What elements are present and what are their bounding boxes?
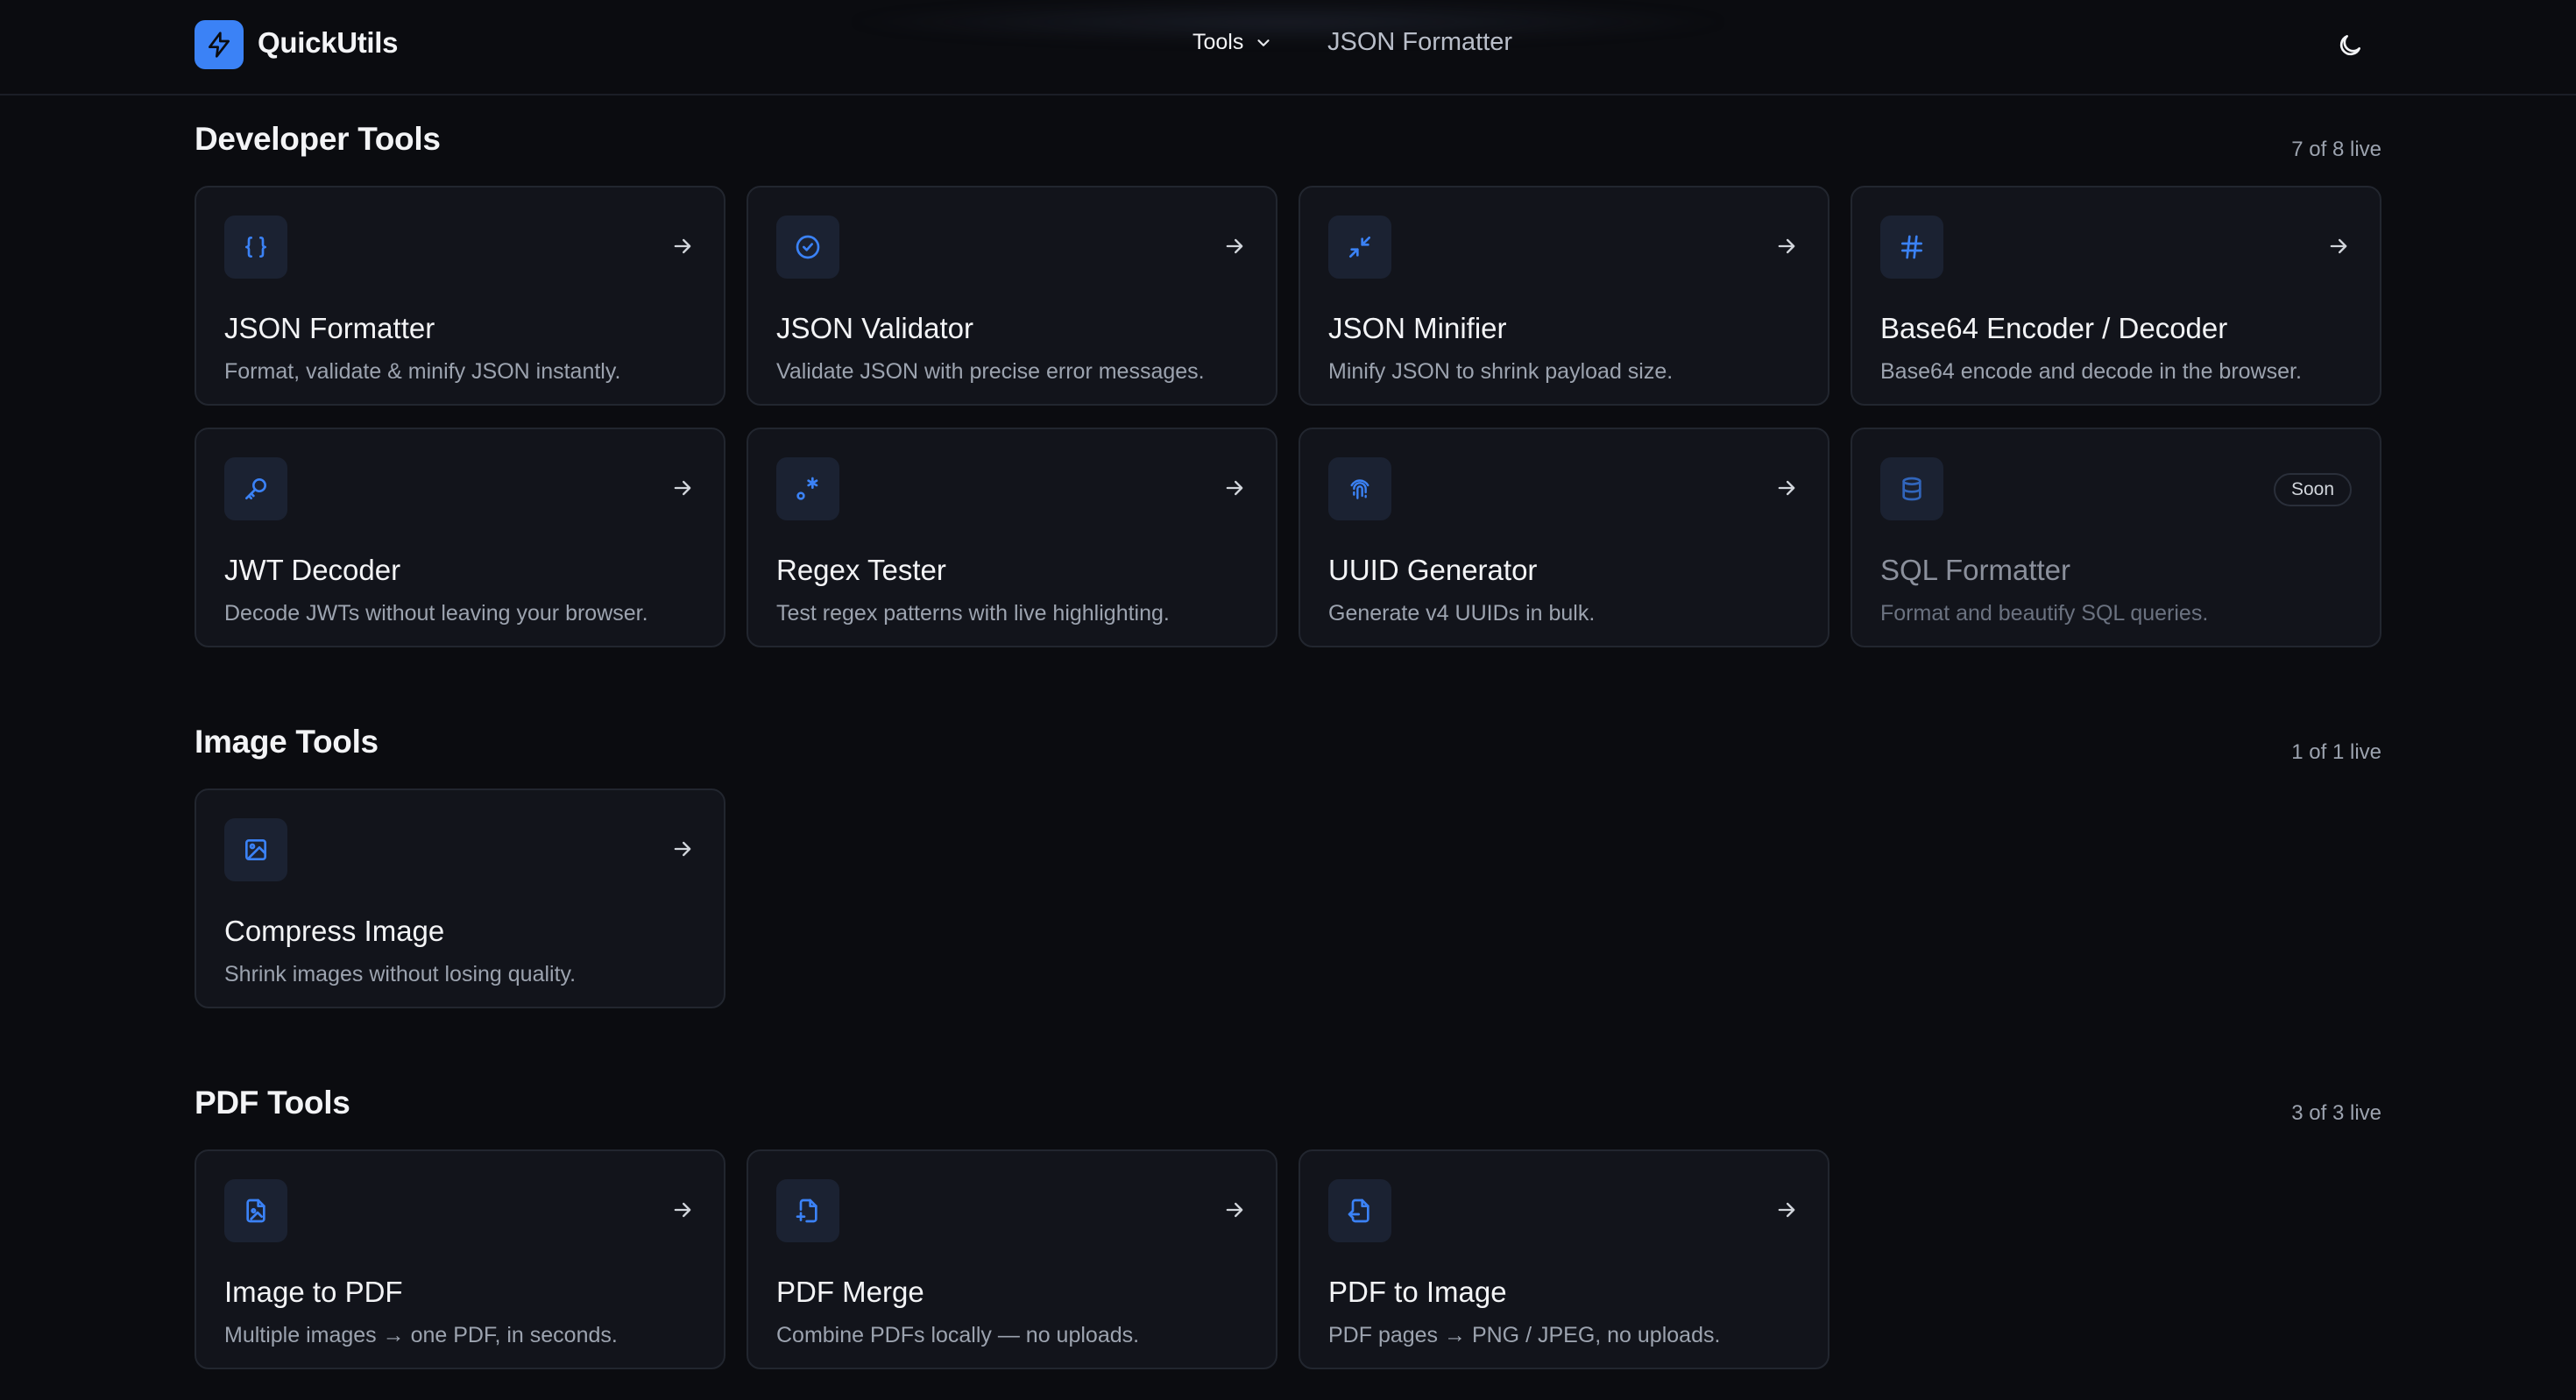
card-icon-box <box>776 457 839 520</box>
theme-toggle-button[interactable] <box>2331 26 2369 65</box>
card-icon-box <box>1880 457 1943 520</box>
arrow-right-icon <box>669 233 696 259</box>
card-description: Shrink images without losing quality. <box>224 962 577 986</box>
card-description: Format and beautify SQL queries. <box>1880 601 2209 626</box>
tool-card-json-validator[interactable]: JSON Validator Validate JSON with precis… <box>747 186 1277 406</box>
tool-card-pdf-merge[interactable]: PDF Merge Combine PDFs locally — no uplo… <box>747 1149 1277 1369</box>
tool-card-uuid-generator[interactable]: UUID Generator Generate v4 UUIDs in bulk… <box>1299 428 1829 647</box>
tools-label: Tools <box>1192 30 1244 54</box>
key-icon <box>245 478 266 499</box>
image-icon <box>245 839 266 860</box>
check-circle-icon <box>796 235 820 259</box>
card-icon-box <box>776 216 839 279</box>
card-title: Compress Image <box>224 915 445 947</box>
logo[interactable] <box>195 20 244 69</box>
top-header: QuickUtils Tools JSON Formatter <box>0 0 2576 95</box>
header-glow <box>841 0 1735 44</box>
moon-icon <box>2339 35 2360 56</box>
database-icon <box>1902 477 1921 501</box>
card-icon-box <box>224 818 287 881</box>
nav-link-json-formatter[interactable]: JSON Formatter <box>1327 28 1512 57</box>
card-description: PDF pages → PNG / JPEG, no uploads. <box>1328 1323 1721 1347</box>
arrow-right-icon <box>669 1197 696 1223</box>
tool-card-json-minifier[interactable]: JSON Minifier Minify JSON to shrink payl… <box>1299 186 1829 406</box>
card-description: Test regex patterns with live highlighti… <box>776 601 1170 626</box>
card-title: UUID Generator <box>1328 554 1538 586</box>
hash-icon <box>1901 235 1922 259</box>
arrow-right-icon <box>669 475 696 501</box>
card-title: PDF Merge <box>776 1276 924 1308</box>
card-description: Minify JSON to shrink payload size. <box>1328 359 1674 384</box>
arrow-right-icon <box>1773 233 1800 259</box>
section-title-image-tools: Image Tools <box>195 724 379 760</box>
arrow-right-icon <box>1773 475 1800 501</box>
card-icon-box <box>1328 1179 1391 1242</box>
card-title: Image to PDF <box>224 1276 403 1308</box>
card-description: Multiple images → one PDF, in seconds. <box>224 1323 618 1347</box>
tool-card-base64[interactable]: Base64 Encoder / Decoder Base64 encode a… <box>1851 186 2381 406</box>
card-title: Regex Tester <box>776 554 946 586</box>
card-title: Base64 Encoder / Decoder <box>1880 312 2228 344</box>
section-count-image-tools: 1 of 1 live <box>2291 740 2381 764</box>
arrow-right-icon <box>2325 233 2352 259</box>
card-icon-box <box>224 1179 287 1242</box>
file-plus-icon <box>796 1198 817 1223</box>
bolt-icon <box>209 32 230 58</box>
card-icon-box <box>1328 216 1391 279</box>
card-icon-box <box>224 457 287 520</box>
arrow-right-icon <box>669 836 696 862</box>
chevron-down-icon <box>1257 39 1270 46</box>
card-description: Combine PDFs locally — no uploads. <box>776 1323 1140 1347</box>
tool-card-compress-image[interactable]: Compress Image Shrink images without los… <box>195 788 725 1008</box>
tool-card-regex-tester[interactable]: Regex Tester Test regex patterns with li… <box>747 428 1277 647</box>
card-title: SQL Formatter <box>1880 554 2070 586</box>
arrow-right-icon <box>1221 233 1248 259</box>
tool-card-json-formatter[interactable]: JSON Formatter Format, validate & minify… <box>195 186 725 406</box>
card-description: Generate v4 UUIDs in bulk. <box>1328 601 1596 626</box>
tools-dropdown[interactable]: Tools <box>1192 30 1273 55</box>
file-image-icon <box>246 1198 265 1223</box>
tool-card-image-to-pdf[interactable]: Image to PDF Multiple images → one PDF, … <box>195 1149 725 1369</box>
section-count-developer-tools: 7 of 8 live <box>2291 138 2381 161</box>
soon-badge: Soon <box>2273 473 2352 506</box>
braces-icon <box>245 237 266 258</box>
card-icon-box <box>1880 216 1943 279</box>
card-description: Format, validate & minify JSON instantly… <box>224 359 621 384</box>
arrow-right-icon <box>1773 1197 1800 1223</box>
brand-name[interactable]: QuickUtils <box>258 26 399 60</box>
section-title-pdf-tools: PDF Tools <box>195 1085 350 1121</box>
tool-card-pdf-to-image[interactable]: PDF to Image PDF pages → PNG / JPEG, no … <box>1299 1149 1829 1369</box>
card-icon-box <box>224 216 287 279</box>
arrow-right-icon <box>1221 1197 1248 1223</box>
tool-card-sql-formatter: Soon SQL Formatter Format and beautify S… <box>1851 428 2381 647</box>
section-count-pdf-tools: 3 of 3 live <box>2291 1101 2381 1125</box>
regex-icon <box>796 477 818 500</box>
fingerprint-icon <box>1350 479 1369 499</box>
card-description: Validate JSON with precise error message… <box>776 359 1205 384</box>
card-description: Base64 encode and decode in the browser. <box>1880 359 2302 384</box>
file-export-icon <box>1348 1198 1369 1223</box>
card-icon-box <box>776 1179 839 1242</box>
card-description: Decode JWTs without leaving your browser… <box>224 601 648 626</box>
arrow-right-icon <box>1221 475 1248 501</box>
tool-card-jwt-decoder[interactable]: JWT Decoder Decode JWTs without leaving … <box>195 428 725 647</box>
card-icon-box <box>1328 457 1391 520</box>
section-title-developer-tools: Developer Tools <box>195 121 441 157</box>
card-title: PDF to Image <box>1328 1276 1507 1308</box>
card-title: JSON Validator <box>776 312 973 344</box>
minimize-icon <box>1349 237 1370 258</box>
card-title: JWT Decoder <box>224 554 401 586</box>
card-title: JSON Minifier <box>1328 312 1507 344</box>
card-title: JSON Formatter <box>224 312 435 344</box>
